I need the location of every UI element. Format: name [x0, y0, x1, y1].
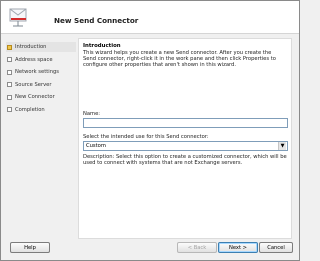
wizard-title: New Send Connector	[54, 16, 139, 25]
back-button[interactable]: < Back	[177, 242, 217, 253]
content-panel: Introduction This wizard helps you creat…	[78, 38, 292, 239]
section-title: Introduction	[83, 43, 121, 49]
intended-use-select[interactable]: Custom ▼	[83, 141, 288, 151]
wizard-header: New Send Connector	[1, 1, 299, 34]
name-input[interactable]	[83, 118, 288, 128]
step-label: Introduction	[15, 44, 47, 50]
help-button[interactable]: Help	[10, 242, 50, 253]
step-introduction[interactable]: Introduction	[6, 42, 76, 52]
intended-use-value: Custom	[86, 143, 106, 149]
step-label: Address space	[15, 56, 53, 63]
step-icon	[7, 44, 12, 50]
intended-use-label: Select the intended use for this Send co…	[83, 134, 209, 140]
step-source-server[interactable]: Source Server	[6, 80, 76, 90]
step-new-connector[interactable]: New Connector	[6, 92, 76, 102]
step-network-settings[interactable]: Network settings	[6, 67, 76, 77]
wizard-steps: Introduction Address space Network setti…	[6, 42, 76, 117]
step-label: Network settings	[15, 69, 59, 75]
chevron-down-icon: ▼	[278, 142, 286, 150]
step-completion[interactable]: Completion	[6, 105, 76, 115]
intended-use-description: Description: Select this option to creat…	[83, 154, 287, 167]
step-label: New Connector	[15, 94, 55, 100]
step-label: Completion	[15, 106, 45, 113]
cancel-button[interactable]: Cancel	[259, 242, 293, 253]
step-icon	[7, 82, 12, 87]
name-label: Name:	[83, 111, 101, 117]
next-button[interactable]: Next >	[218, 242, 258, 253]
step-icon	[7, 57, 12, 62]
step-icon	[7, 107, 12, 112]
step-label: Source Server	[15, 81, 52, 88]
step-icon	[7, 69, 12, 75]
step-address-space[interactable]: Address space	[6, 55, 76, 65]
step-icon	[7, 94, 12, 100]
section-description: This wizard helps you create a new Send …	[83, 50, 276, 69]
wizard-window: New Send Connector Introduction Address …	[0, 0, 300, 261]
send-connector-icon	[9, 8, 27, 27]
